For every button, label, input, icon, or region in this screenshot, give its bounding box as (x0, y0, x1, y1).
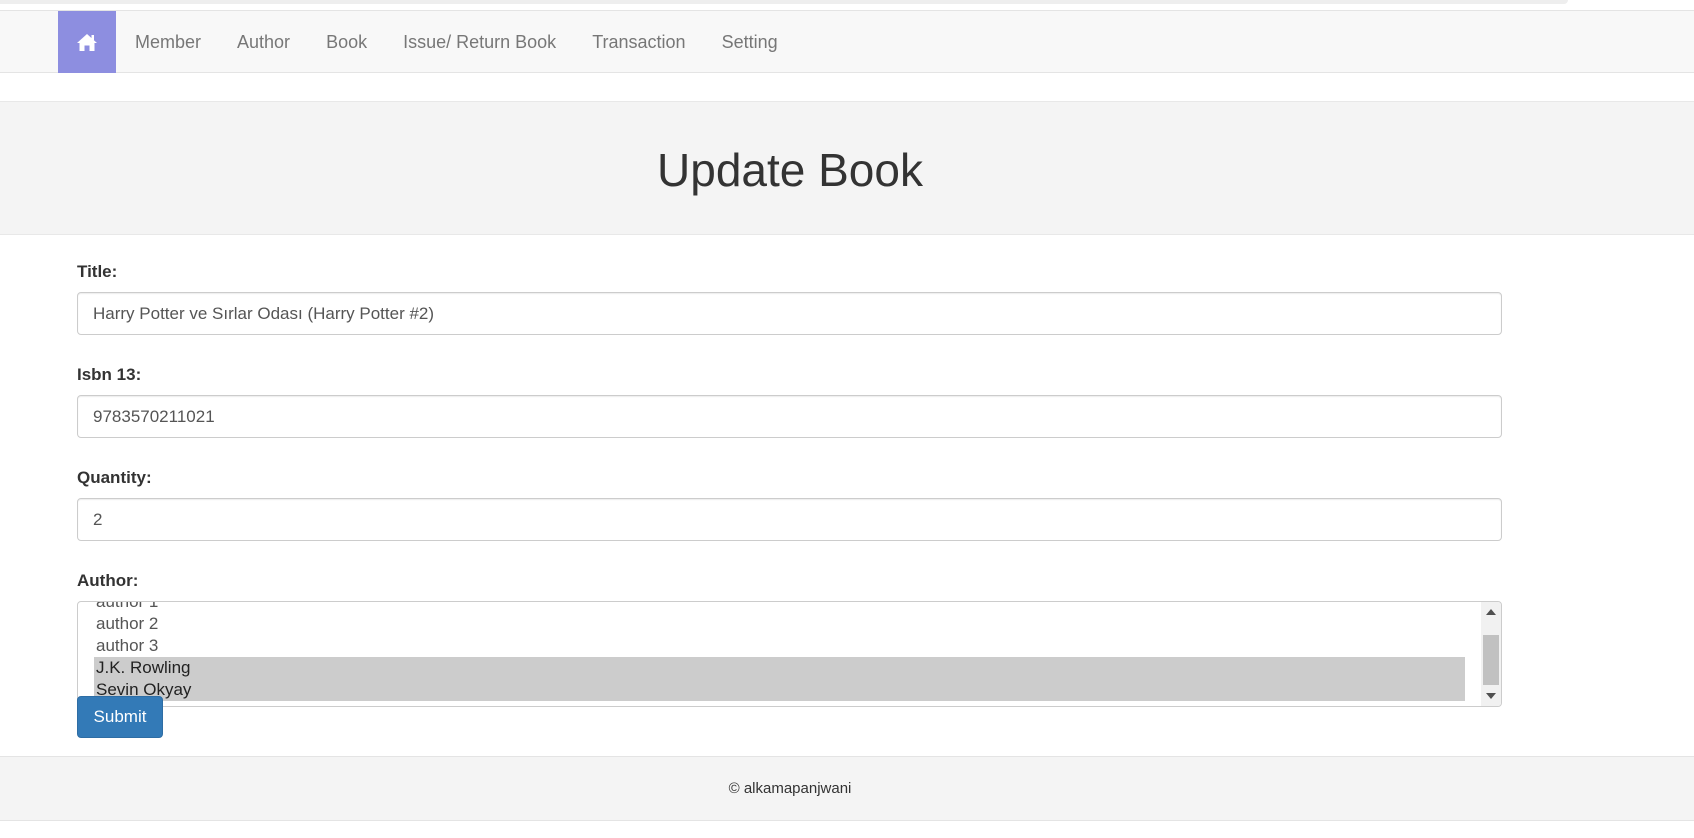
arrow-up-icon (1486, 609, 1496, 615)
page-header: Update Book (0, 101, 1694, 235)
home-icon (77, 33, 97, 51)
footer-copyright: © alkamapanjwani (728, 780, 852, 797)
author-label: Author: (77, 571, 139, 590)
nav-issue-return-book[interactable]: Issue/ Return Book (385, 11, 574, 73)
author-option-selected[interactable]: Sevin Okyay (94, 679, 1465, 701)
author-options: author 1 author 2 author 3 J.K. Rowling … (94, 602, 1465, 701)
isbn-label: Isbn 13: (77, 365, 142, 384)
author-option[interactable]: author 1 (94, 602, 1465, 613)
browser-top-strip (0, 0, 1694, 10)
footer: © alkamapanjwani (0, 756, 1694, 821)
scroll-strip (0, 0, 1568, 4)
home-button[interactable] (58, 11, 116, 73)
quantity-label: Quantity: (77, 468, 152, 487)
title-label: Title: (77, 262, 118, 281)
nav-transaction[interactable]: Transaction (574, 11, 703, 73)
author-option[interactable]: author 2 (94, 613, 1465, 635)
author-multiselect[interactable]: author 1 author 2 author 3 J.K. Rowling … (77, 601, 1502, 707)
author-option-selected[interactable]: J.K. Rowling (94, 657, 1465, 679)
scroll-down-button[interactable] (1481, 688, 1501, 704)
arrow-down-icon (1486, 693, 1496, 699)
nav-book[interactable]: Book (308, 11, 385, 73)
isbn-input[interactable]: 9783570211021 (77, 395, 1502, 438)
scroll-thumb[interactable] (1483, 635, 1499, 685)
nav-setting[interactable]: Setting (704, 11, 796, 73)
page-title: Update Book (657, 144, 923, 196)
quantity-input[interactable]: 2 (77, 498, 1502, 541)
author-scrollbar[interactable] (1481, 602, 1501, 706)
nav-links: Member Author Book Issue/ Return Book Tr… (116, 11, 796, 73)
nav-author[interactable]: Author (219, 11, 308, 73)
update-book-form: Title: Harry Potter ve Sırlar Odası (Har… (77, 262, 1502, 707)
title-input[interactable]: Harry Potter ve Sırlar Odası (Harry Pott… (77, 292, 1502, 335)
author-option[interactable]: author 3 (94, 635, 1465, 657)
scroll-up-button[interactable] (1481, 604, 1501, 620)
submit-button[interactable]: Submit (77, 696, 163, 738)
navbar: Member Author Book Issue/ Return Book Tr… (0, 10, 1694, 73)
nav-member[interactable]: Member (116, 11, 219, 73)
